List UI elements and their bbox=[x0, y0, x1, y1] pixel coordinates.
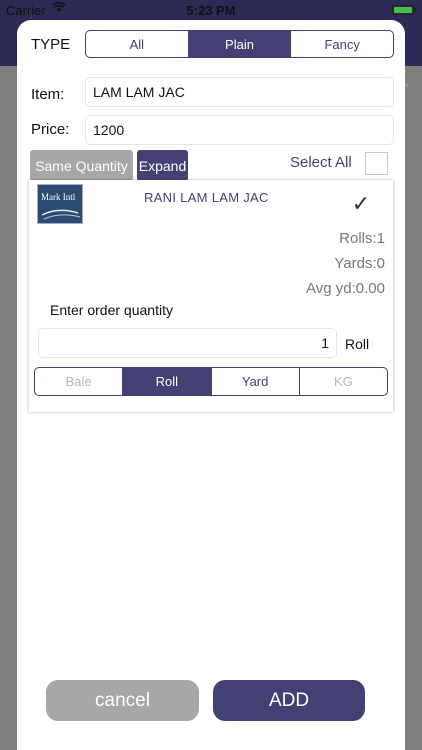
type-option-plain[interactable]: Plain bbox=[187, 31, 291, 57]
item-label: Item: bbox=[31, 86, 65, 103]
type-option-all[interactable]: All bbox=[86, 31, 188, 57]
price-field[interactable]: 1200 bbox=[85, 115, 394, 145]
rolls-count: Rolls:1 bbox=[339, 230, 385, 247]
avg-yard: Avg yd:0.00 bbox=[306, 280, 385, 297]
order-dialog: TYPE All Plain Fancy Item: LAM LAM JAC P… bbox=[17, 20, 405, 750]
select-all-label: Select All bbox=[290, 154, 352, 171]
type-segmented-control: All Plain Fancy bbox=[85, 30, 394, 58]
thumbnail-swoosh-icon bbox=[41, 209, 81, 220]
select-all-checkbox[interactable] bbox=[365, 152, 388, 175]
quantity-unit-label: Roll bbox=[345, 336, 370, 352]
product-checkbox[interactable]: ✓ bbox=[349, 191, 373, 216]
item-field[interactable]: LAM LAM JAC bbox=[85, 77, 394, 107]
product-thumbnail: Mark Intl bbox=[37, 184, 83, 224]
expand-button[interactable]: Expand bbox=[137, 150, 188, 181]
product-name: RANI LAM LAM JAC bbox=[144, 190, 269, 205]
unit-option-yard[interactable]: Yard bbox=[210, 368, 299, 395]
battery-icon bbox=[392, 5, 416, 15]
type-label: TYPE bbox=[31, 36, 71, 53]
yards-count: Yards:0 bbox=[334, 255, 385, 272]
unit-option-kg[interactable]: KG bbox=[298, 368, 387, 395]
quantity-input[interactable]: 1 bbox=[38, 328, 337, 358]
same-quantity-button[interactable]: Same Quantity bbox=[30, 150, 133, 181]
price-label: Price: bbox=[31, 121, 70, 138]
status-bar: Carrier 5:23 PM bbox=[0, 0, 422, 20]
add-button[interactable]: ADD bbox=[213, 680, 365, 721]
clock: 5:23 PM bbox=[186, 3, 236, 18]
checkmark-icon: ✓ bbox=[351, 191, 371, 216]
order-quantity-label: Enter order quantity bbox=[50, 302, 173, 318]
cancel-button[interactable]: cancel bbox=[46, 680, 199, 721]
unit-segmented-control: Bale Roll Yard KG bbox=[34, 367, 388, 396]
unit-option-roll[interactable]: Roll bbox=[122, 368, 211, 395]
unit-option-bale[interactable]: Bale bbox=[35, 368, 122, 395]
type-option-fancy[interactable]: Fancy bbox=[290, 31, 393, 57]
product-card: Mark Intl RANI LAM LAM JAC ✓ Rolls:1 Yar… bbox=[29, 180, 393, 412]
